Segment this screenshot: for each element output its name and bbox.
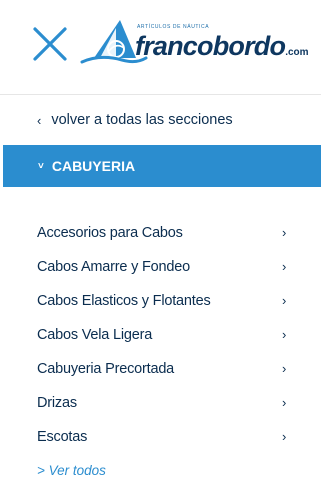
header-divider (0, 94, 321, 95)
menu-item-label: Cabuyeria Precortada (37, 361, 175, 377)
menu-item[interactable]: Cabos Vela Ligera › (0, 319, 321, 353)
logo-tld: .com (285, 47, 309, 58)
section-header-cabuyeria[interactable]: ˅ CABUYERIA (3, 145, 321, 187)
menu-item[interactable]: Cabos Amarre y Fondeo › (0, 251, 321, 285)
logo-wordmark: francobordo.com (135, 31, 309, 62)
menu-item[interactable]: Cabuyeria Precortada › (0, 353, 321, 387)
chevron-right-icon: › (282, 293, 287, 308)
menu-item-label: Escotas (37, 429, 88, 445)
chevron-right-icon: › (282, 361, 287, 376)
menu-item[interactable]: Cabos Elasticos y Flotantes › (0, 285, 321, 319)
back-to-sections-link[interactable]: ‹ volver a todas las secciones (37, 112, 233, 128)
close-button[interactable] (32, 26, 68, 62)
menu-item[interactable]: Accesorios para Cabos › (0, 217, 321, 251)
menu-item[interactable]: Drizas › (0, 387, 321, 421)
menu-item-label: Cabos Elasticos y Flotantes (37, 293, 211, 309)
menu-item-label: Cabos Vela Ligera (37, 327, 153, 343)
close-x-icon (33, 27, 67, 61)
menu-item-label: Drizas (37, 395, 77, 411)
chevron-right-icon: › (282, 327, 287, 342)
menu-item-label: Cabos Amarre y Fondeo (37, 259, 190, 275)
chevron-down-icon: ˅ (38, 160, 44, 172)
chevron-right-icon: › (282, 225, 287, 240)
menu-item[interactable]: Escotas › (0, 421, 321, 455)
back-link-label: volver a todas las secciones (51, 112, 233, 128)
logo-name: francobordo (135, 31, 286, 61)
chevron-right-icon: › (282, 429, 287, 444)
logo-tagline: ARTÍCULOS DE NÁUTICA (137, 24, 210, 30)
subcategory-list: Accesorios para Cabos › Cabos Amarre y F… (0, 217, 321, 455)
chevron-right-icon: › (282, 395, 287, 410)
menu-item-label: Accesorios para Cabos (37, 225, 183, 241)
header: ARTÍCULOS DE NÁUTICA francobordo.com (0, 0, 321, 94)
chevron-left-icon: ‹ (37, 112, 42, 128)
section-title: CABUYERIA (51, 158, 136, 174)
francobordo-logo[interactable]: ARTÍCULOS DE NÁUTICA francobordo.com (80, 18, 309, 68)
chevron-right-icon: › (282, 259, 287, 274)
view-all-link[interactable]: > Ver todos (37, 463, 106, 478)
